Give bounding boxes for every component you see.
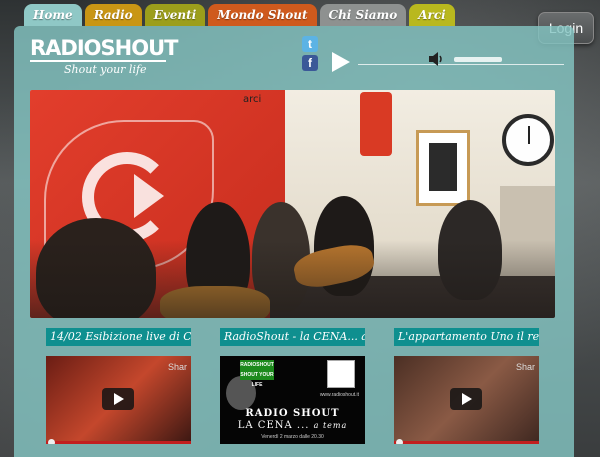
stream-progress-bar[interactable] (358, 64, 564, 65)
video-progress-bar[interactable] (46, 441, 191, 444)
video-title[interactable]: RadioShout - la CENA... a ... (220, 328, 365, 346)
hero-picture-frame (416, 130, 470, 206)
social-links: t f (302, 36, 318, 74)
video-card: RadioShout - la CENA... a ... RADIOSHOUT… (220, 328, 365, 444)
hero-sign: arci (243, 94, 262, 105)
video-card: L'appartamento Uno il readi... Shar (394, 328, 539, 444)
tab-mondo-shout[interactable]: Mondo Shout (208, 4, 317, 26)
poster-url: www.radioshout.it (319, 392, 359, 398)
poster-disc-logo (327, 360, 355, 388)
video-player[interactable]: RADIOSHOUT SHOUT YOUR LIFE www.radioshou… (220, 356, 365, 444)
hero-wall-play-mark (134, 174, 164, 218)
twitter-icon[interactable]: t (302, 36, 318, 52)
tab-arci[interactable]: Arci (409, 4, 455, 26)
hero-shadow (30, 240, 555, 318)
poster-subheading: LA CENA ... a tema (237, 420, 348, 431)
hero-red-lamp (360, 92, 392, 156)
video-progress-bar[interactable] (394, 441, 539, 444)
tab-radio[interactable]: Radio (84, 4, 142, 26)
share-label[interactable]: Shar (516, 362, 535, 372)
poster-logo: RADIOSHOUT SHOUT YOUR LIFE (240, 360, 274, 388)
poster-heading: RADIO SHOUT (245, 408, 340, 419)
video-player[interactable]: Shar (394, 356, 539, 444)
volume-icon[interactable] (428, 52, 444, 66)
video-scrubber[interactable] (396, 439, 403, 444)
video-player[interactable]: Shar (46, 356, 191, 444)
poster-date: Venerdì 2 marzo dalle 20.30 (261, 434, 324, 440)
video-card: 14/02 Esibizione live di Car... Shar (46, 328, 191, 444)
tab-eventi[interactable]: Eventi (144, 4, 206, 26)
logo-wordmark: RADIOSHOUT (30, 36, 178, 62)
tab-home[interactable]: Home (24, 4, 82, 26)
logo-tagline: Shout your life (64, 63, 147, 76)
site-logo[interactable]: RADIOSHOUT Shout your life (30, 36, 178, 80)
play-icon[interactable] (450, 388, 482, 410)
main-panel: RADIOSHOUT Shout your life t f arci 14/0… (14, 26, 574, 457)
tab-chi-siamo[interactable]: Chi Siamo (319, 4, 407, 26)
volume-slider[interactable] (454, 57, 502, 62)
share-label[interactable]: Shar (168, 362, 187, 372)
play-icon[interactable] (102, 388, 134, 410)
main-nav: Home Radio Eventi Mondo Shout Chi Siamo … (24, 4, 455, 26)
hero-clock (502, 114, 554, 166)
hero-photo: arci (30, 90, 555, 318)
facebook-icon[interactable]: f (302, 55, 318, 71)
play-icon[interactable] (332, 52, 350, 72)
video-title[interactable]: 14/02 Esibizione live di Car... (46, 328, 191, 346)
video-scrubber[interactable] (48, 439, 55, 444)
video-title[interactable]: L'appartamento Uno il readi... (394, 328, 539, 346)
